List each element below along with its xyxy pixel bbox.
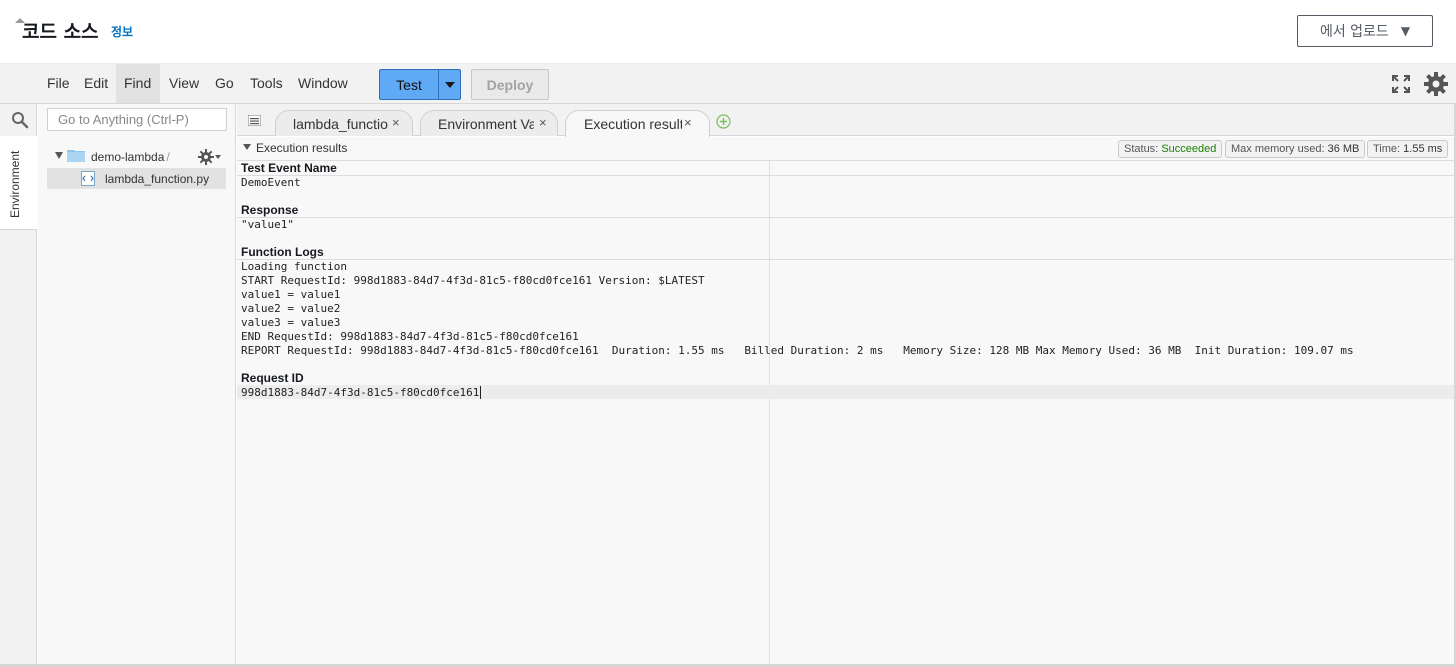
status-badge: Status: Succeeded (1118, 140, 1223, 158)
log-line: END RequestId: 998d1883-84d7-4f3d-81c5-f… (241, 330, 579, 343)
status-label: Status: (1124, 143, 1159, 155)
menu-go[interactable]: Go (207, 64, 242, 103)
collapse-up-icon[interactable] (13, 14, 27, 26)
log-line: Loading function (241, 260, 347, 273)
python-file-icon (81, 171, 95, 186)
close-icon[interactable]: × (539, 115, 547, 130)
menu-file[interactable]: File (39, 64, 78, 103)
tab-lambda-function[interactable]: lambda_function × (275, 110, 413, 136)
menu-view[interactable]: View (161, 64, 207, 103)
test-event-title: Test Event Name (241, 161, 337, 175)
execution-results-header[interactable]: Execution results (243, 141, 347, 155)
response-title: Response (241, 203, 299, 217)
memory-label: Max memory used: (1231, 143, 1325, 155)
response-value: "value1" (241, 218, 294, 231)
folder-path-root: / (166, 150, 170, 164)
caret-down-icon: ▼ (1400, 24, 1411, 38)
folder-icon (67, 150, 85, 162)
divider (237, 259, 1454, 260)
tab-environment-variables[interactable]: Environment Var × (420, 110, 558, 136)
menu-window[interactable]: Window (290, 64, 356, 103)
time-label: Time: (1373, 143, 1401, 155)
environment-tab-label: Environment (8, 150, 22, 218)
page-header (0, 0, 1456, 64)
divider (237, 175, 1454, 176)
text-cursor (480, 386, 481, 399)
add-tab-icon[interactable] (716, 114, 731, 129)
execution-results-title: Execution results (256, 141, 348, 155)
menu-find[interactable]: Find (116, 64, 160, 103)
caret-down-icon[interactable] (55, 152, 63, 159)
column-divider (769, 161, 770, 667)
time-value: 1.55 ms (1403, 143, 1443, 155)
upload-from-button[interactable]: 에서 업로드 ▼ (1297, 15, 1433, 47)
log-line: value3 = value3 (241, 316, 341, 329)
go-to-anything-input[interactable] (47, 108, 227, 131)
settings-gear-icon[interactable] (1423, 71, 1449, 97)
caret-down-icon (243, 144, 251, 150)
tab-label: lambda_function (293, 116, 389, 132)
menu-tools[interactable]: Tools (242, 64, 291, 103)
request-id-value[interactable]: 998d1883-84d7-4f3d-81c5-f80cd0fce161 (241, 386, 479, 399)
test-event-value: DemoEvent (241, 176, 301, 189)
request-id-title: Request ID (241, 371, 304, 385)
deploy-button[interactable]: Deploy (471, 69, 549, 100)
memory-badge: Max memory used: 36 MB (1225, 140, 1366, 158)
divider (237, 160, 1454, 161)
menu-edit[interactable]: Edit (76, 64, 116, 103)
memory-value: 36 MB (1327, 143, 1360, 155)
divider (237, 217, 1454, 218)
log-line: value1 = value1 (241, 288, 341, 301)
log-line: START RequestId: 998d1883-84d7-4f3d-81c5… (241, 274, 705, 287)
log-line: REPORT RequestId: 998d1883-84d7-4f3d-81c… (241, 344, 1354, 357)
page-title: 코드 소스 (22, 21, 99, 43)
time-badge: Time: 1.55 ms (1367, 140, 1449, 158)
fullscreen-icon[interactable] (1392, 75, 1410, 93)
upload-from-label: 에서 업로드 (1319, 24, 1389, 40)
info-link[interactable]: 정보 (111, 23, 133, 40)
test-dropdown-button[interactable] (438, 69, 461, 100)
tab-execution-results[interactable]: Execution results × (565, 110, 710, 137)
function-logs-title: Function Logs (241, 245, 324, 259)
file-name[interactable]: lambda_function.py (105, 172, 209, 186)
folder-name[interactable]: demo-lambda (91, 150, 164, 164)
log-line: value2 = value2 (241, 302, 341, 315)
status-value: Succeeded (1161, 143, 1217, 155)
test-button[interactable]: Test (379, 69, 438, 100)
close-icon[interactable]: × (684, 115, 692, 130)
search-icon[interactable] (11, 111, 29, 129)
tab-label: Execution results (584, 116, 682, 132)
caret-down-icon (444, 81, 455, 88)
tab-list-icon[interactable] (248, 115, 261, 126)
gear-icon[interactable] (198, 149, 222, 165)
close-icon[interactable]: × (392, 115, 400, 130)
tab-label: Environment Var (438, 116, 534, 132)
folder-path-separator: - / (159, 150, 170, 164)
